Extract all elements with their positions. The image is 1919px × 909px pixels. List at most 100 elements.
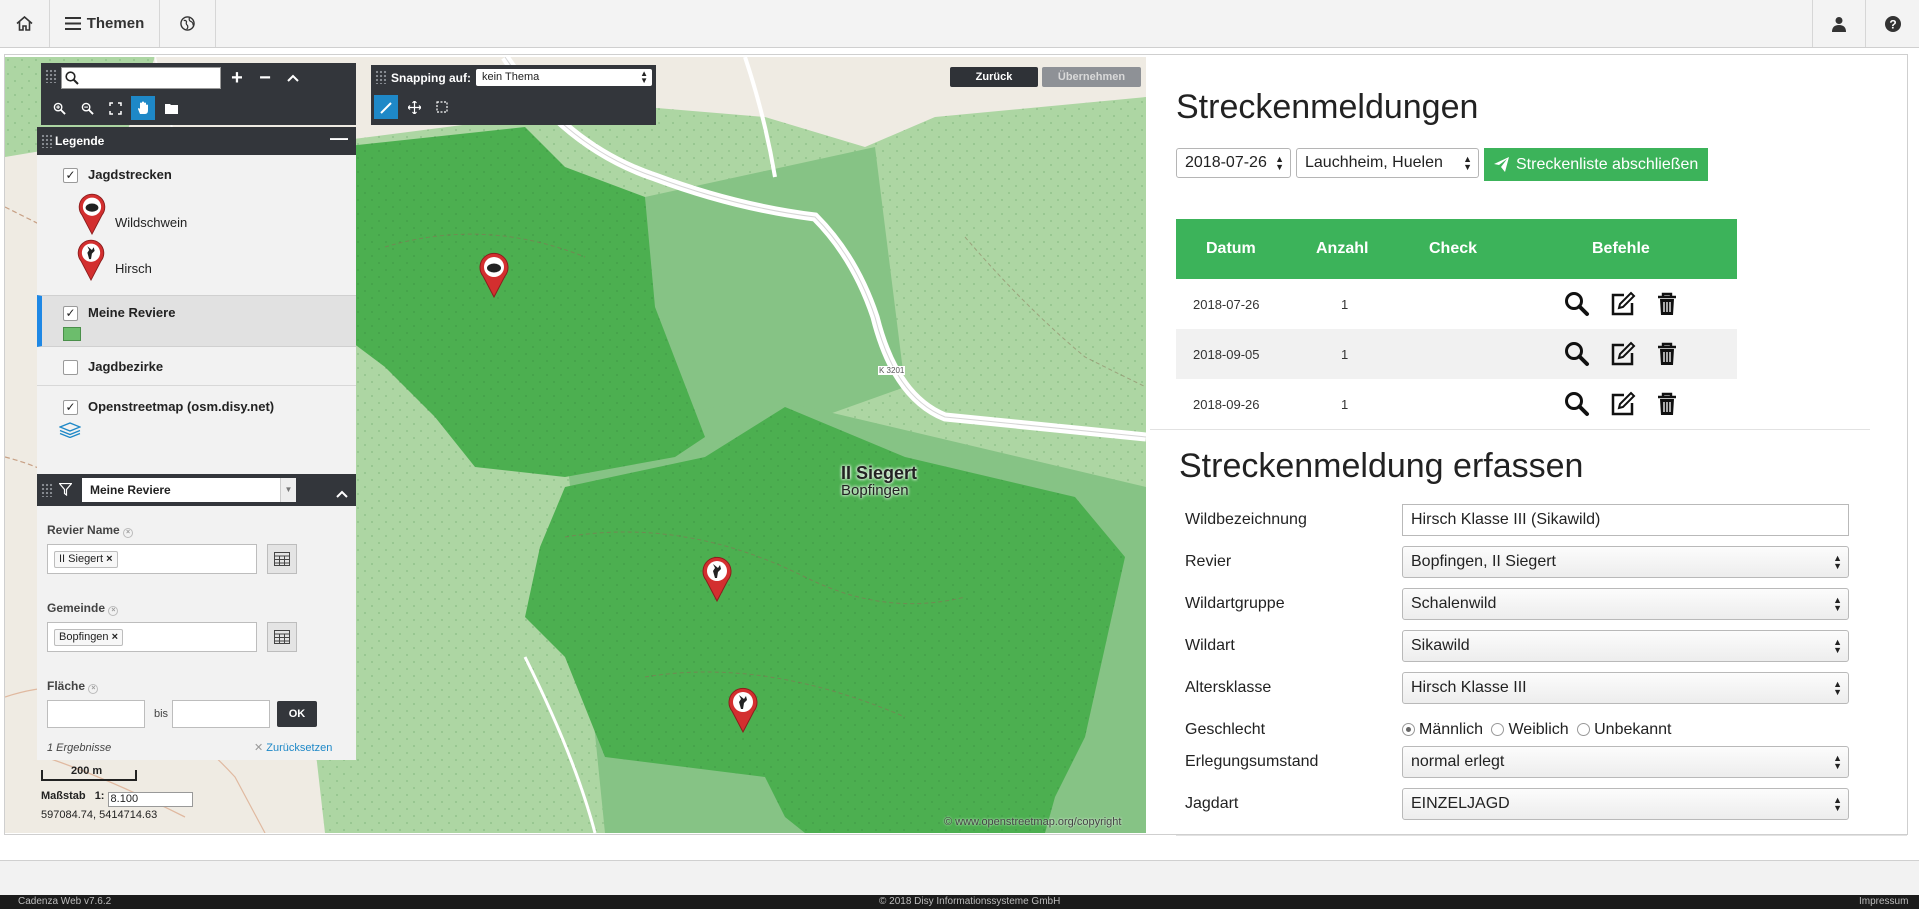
chevron-up-icon xyxy=(287,74,299,82)
edit-icon[interactable] xyxy=(1610,341,1636,367)
scale-bar-label: 200 m xyxy=(71,765,103,777)
map-marker-wildschwein[interactable] xyxy=(479,252,509,298)
checkbox-openstreetmap[interactable]: ✓ xyxy=(63,400,78,415)
snapping-toolbar: Snapping auf: kein Thema ▲ ▼ xyxy=(371,65,656,125)
gemeinde-table-button[interactable] xyxy=(267,622,297,652)
table-icon xyxy=(274,552,290,566)
zoom-in-tool[interactable] xyxy=(47,96,71,120)
altersklasse-select[interactable]: Hirsch Klasse III ▲ ▼ xyxy=(1402,672,1849,704)
radio-unbekannt[interactable]: Unbekannt xyxy=(1577,721,1672,738)
view-icon[interactable] xyxy=(1564,391,1590,417)
checkbox-meine-reviere[interactable]: ✓ xyxy=(63,306,78,321)
filter-layer-value: Meine Reviere xyxy=(90,483,171,497)
user-button[interactable] xyxy=(1812,0,1865,47)
wildartgruppe-label: Wildartgruppe xyxy=(1185,595,1285,612)
table-icon xyxy=(274,630,290,644)
flaeche-to-input[interactable] xyxy=(172,700,270,728)
snapping-value: kein Thema xyxy=(482,71,540,83)
drag-handle[interactable] xyxy=(41,483,53,497)
remove-tag-icon[interactable]: × xyxy=(112,631,118,643)
legend-title: Legende xyxy=(55,134,105,148)
date-select[interactable]: 2018-07-26 ▲ ▼ xyxy=(1176,148,1291,178)
table-header: Datum Anzahl Check Befehle xyxy=(1176,219,1737,279)
home-button[interactable] xyxy=(0,0,50,47)
jagdart-select[interactable]: EINZELJAGD ▲ ▼ xyxy=(1402,788,1849,820)
radio-maennlich[interactable]: Männlich xyxy=(1402,721,1483,738)
magnify-plus-icon xyxy=(53,102,66,115)
wildschwein-symbol-icon xyxy=(78,193,106,235)
search-input[interactable] xyxy=(61,67,221,89)
move-tool[interactable] xyxy=(402,95,426,119)
collapse-filter-button[interactable] xyxy=(336,485,348,503)
map-place-label: II Siegert Bopfingen xyxy=(841,463,917,499)
zoom-out-tool[interactable] xyxy=(75,96,99,120)
folder-tool[interactable] xyxy=(159,96,183,120)
chevron-up-icon xyxy=(336,490,348,498)
impressum-link[interactable]: Impressum xyxy=(1859,896,1908,907)
list-icon xyxy=(64,17,81,30)
revier-select[interactable]: Bopfingen, II Siegert ▲ ▼ xyxy=(1402,546,1849,578)
zoom-in-button[interactable]: + xyxy=(225,66,249,90)
delete-icon[interactable] xyxy=(1654,391,1680,417)
view-icon[interactable] xyxy=(1564,291,1590,317)
back-button[interactable]: Zurück xyxy=(950,67,1038,87)
filter-layer-select[interactable]: Meine Reviere ▼ xyxy=(82,478,296,502)
filter-header: Meine Reviere ▼ xyxy=(37,474,356,506)
wildart-value: Sikawild xyxy=(1411,637,1470,654)
checkbox-jagdstrecken[interactable]: ✓ xyxy=(63,168,78,183)
collapse-legend-button[interactable]: — xyxy=(330,128,348,149)
drag-handle[interactable] xyxy=(41,134,53,148)
table-row: 2018-09-26 1 xyxy=(1176,379,1737,429)
reset-link[interactable]: ✕ Zurücksetzen xyxy=(254,741,332,754)
wildartgruppe-select[interactable]: Schalenwild ▲ ▼ xyxy=(1402,588,1849,620)
radio-weiblich[interactable]: Weiblich xyxy=(1491,721,1569,738)
checkbox-jagdbezirke[interactable] xyxy=(63,360,78,375)
legend-row-meine-reviere[interactable] xyxy=(37,295,356,347)
map-marker-hirsch[interactable] xyxy=(728,687,758,733)
map-canvas[interactable]: II Siegert Bopfingen K 3201 © www.openst… xyxy=(5,57,1146,833)
zoom-extent-tool[interactable] xyxy=(103,96,127,120)
revier-tag[interactable]: II Siegert × xyxy=(54,551,118,568)
wildbezeichnung-input[interactable]: Hirsch Klasse III (Sikawild) xyxy=(1402,504,1849,536)
help-button[interactable]: ? xyxy=(1865,0,1919,47)
gemeinde-tag[interactable]: Bopfingen × xyxy=(54,629,124,646)
revier-table-button[interactable] xyxy=(267,544,297,574)
edit-icon[interactable] xyxy=(1610,291,1636,317)
ok-button[interactable]: OK xyxy=(277,701,317,727)
scale-input[interactable]: 8.100 xyxy=(107,792,193,807)
dropdown-arrow-icon: ▼ xyxy=(280,478,296,502)
delete-icon[interactable] xyxy=(1654,341,1680,367)
cell-anzahl: 1 xyxy=(1341,346,1349,362)
flaeche-from-input[interactable] xyxy=(47,700,145,728)
wildart-select[interactable]: Sikawild ▲ ▼ xyxy=(1402,630,1849,662)
revier-name-input[interactable]: II Siegert × xyxy=(47,544,257,574)
send-icon xyxy=(1494,157,1509,172)
view-icon[interactable] xyxy=(1564,341,1590,367)
select-area-tool[interactable] xyxy=(430,95,454,119)
revier-name-label: Revier Name × xyxy=(47,523,134,538)
globe-button[interactable] xyxy=(160,0,216,47)
status-area xyxy=(0,860,1919,895)
gemeinde-input[interactable]: Bopfingen × xyxy=(47,622,257,652)
collapse-toolbar-button[interactable] xyxy=(281,66,305,90)
apply-button[interactable]: Übernehmen xyxy=(1042,67,1141,87)
gemeinde-label: Gemeinde × xyxy=(47,601,119,616)
themes-button[interactable]: Themen xyxy=(50,0,160,47)
draw-line-tool[interactable] xyxy=(374,95,398,119)
drag-handle[interactable] xyxy=(375,70,387,84)
remove-tag-icon[interactable]: × xyxy=(106,553,112,565)
erlegungsumstand-select[interactable]: normal erlegt ▲ ▼ xyxy=(1402,746,1849,778)
snapping-select[interactable]: kein Thema ▲ ▼ xyxy=(476,69,652,86)
pan-tool[interactable] xyxy=(131,96,155,120)
legend-group-meine-reviere: Meine Reviere xyxy=(88,305,176,320)
area-swatch xyxy=(63,327,81,341)
cell-datum: 2018-09-05 xyxy=(1193,346,1260,362)
delete-icon[interactable] xyxy=(1654,291,1680,317)
close-list-button[interactable]: Streckenliste abschließen xyxy=(1484,148,1709,181)
drag-handle[interactable] xyxy=(45,69,57,83)
col-header-check: Check xyxy=(1429,240,1478,257)
zoom-out-button[interactable]: − xyxy=(253,66,277,90)
map-marker-hirsch[interactable] xyxy=(702,556,732,602)
edit-icon[interactable] xyxy=(1610,391,1636,417)
location-select[interactable]: Lauchheim, Huelen ▲ ▼ xyxy=(1296,148,1479,178)
